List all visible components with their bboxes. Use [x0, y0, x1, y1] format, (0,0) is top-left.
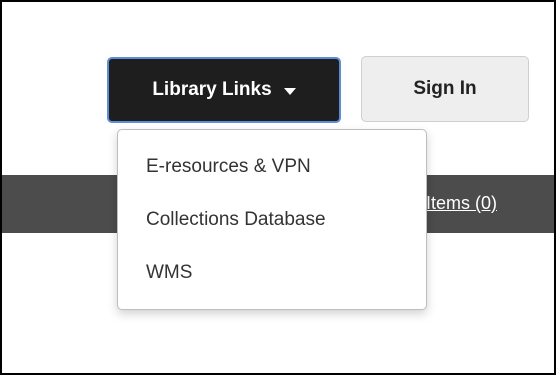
library-links-button[interactable]: Library Links — [107, 57, 341, 123]
library-links-dropdown-menu: E-resources & VPN Collections Database W… — [117, 129, 427, 310]
menu-item-wms[interactable]: WMS — [118, 246, 426, 299]
caret-down-icon — [283, 88, 296, 95]
menu-item-collections-database[interactable]: Collections Database — [118, 193, 426, 246]
sign-in-button[interactable]: Sign In — [361, 56, 529, 122]
sign-in-label: Sign In — [413, 78, 477, 99]
menu-item-eresources-vpn[interactable]: E-resources & VPN — [118, 140, 426, 193]
library-links-label: Library Links — [152, 79, 272, 100]
page-frame: Library Links Sign In y Items (0) E-reso… — [0, 0, 556, 375]
